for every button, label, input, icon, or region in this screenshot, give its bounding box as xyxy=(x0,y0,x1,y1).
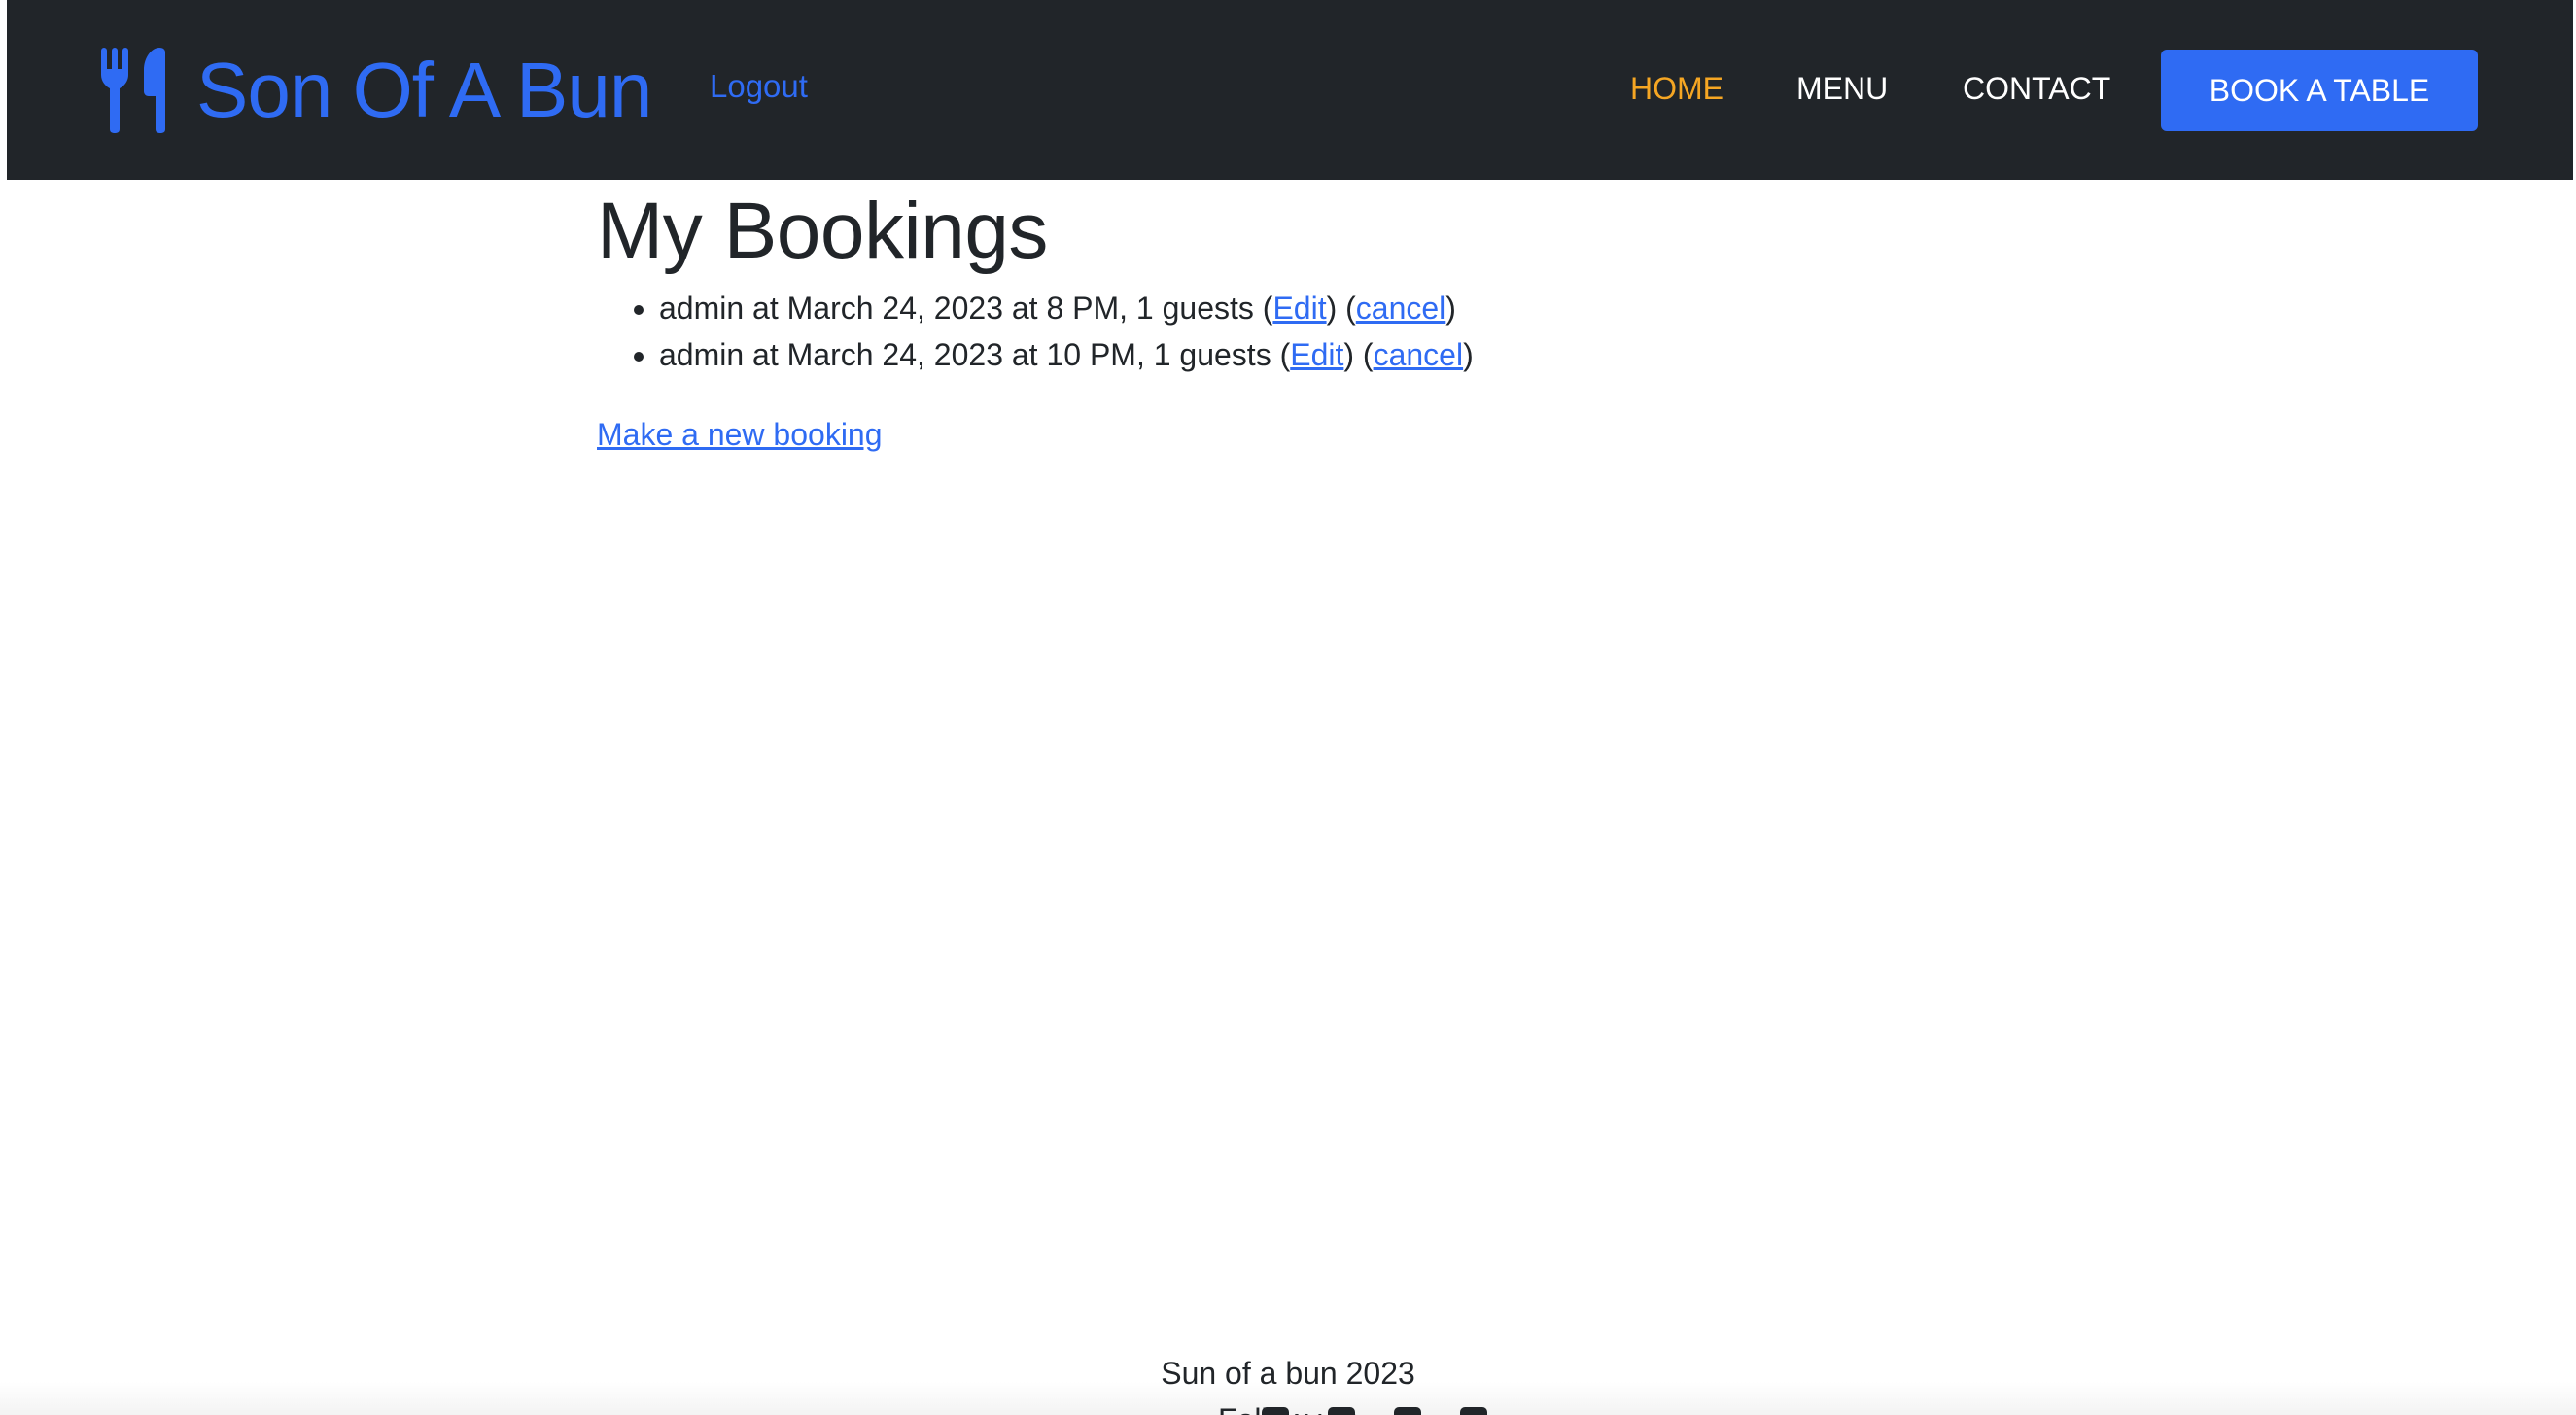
booking-item: admin at March 24, 2023 at 8 PM, 1 guest… xyxy=(659,285,1826,331)
brand-name[interactable]: Son Of A Bun xyxy=(196,46,652,135)
book-a-table-button[interactable]: BOOK A TABLE xyxy=(2161,50,2478,131)
cancel-booking-link[interactable]: cancel xyxy=(1356,291,1446,326)
brand-link[interactable]: Son Of A Bun xyxy=(99,44,652,136)
nav-link-home[interactable]: HOME xyxy=(1630,71,1723,107)
edit-booking-link[interactable]: Edit xyxy=(1290,337,1343,372)
footer-copyright: Sun of a bun 2023 xyxy=(1161,1356,1415,1391)
booking-text: admin at March 24, 2023 at 8 PM, 1 guest… xyxy=(659,291,1254,326)
bookings-list: admin at March 24, 2023 at 8 PM, 1 guest… xyxy=(597,285,1826,378)
instagram-icon[interactable] xyxy=(1394,1407,1421,1415)
utensils-icon xyxy=(101,47,165,133)
nav-link-menu[interactable]: MENU xyxy=(1796,71,1888,107)
booking-text: admin at March 24, 2023 at 10 PM, 1 gues… xyxy=(659,337,1271,372)
edit-booking-link[interactable]: Edit xyxy=(1272,291,1326,326)
booking-item: admin at March 24, 2023 at 10 PM, 1 gues… xyxy=(659,331,1826,378)
footer: Sun of a bun 2023 Follow us: xyxy=(0,1341,2576,1415)
youtube-icon[interactable] xyxy=(1460,1407,1487,1415)
page-title: My Bookings xyxy=(597,187,1048,275)
make-new-booking-link[interactable]: Make a new booking xyxy=(597,417,883,453)
nav-link-contact[interactable]: CONTACT xyxy=(1963,71,2110,107)
logout-link[interactable]: Logout xyxy=(710,68,808,105)
top-navbar: Son Of A Bun Logout HOME MENU CONTACT BO… xyxy=(7,0,2573,180)
facebook-icon[interactable] xyxy=(1262,1407,1289,1415)
twitter-icon[interactable] xyxy=(1328,1407,1355,1415)
cancel-booking-link[interactable]: cancel xyxy=(1374,337,1464,372)
